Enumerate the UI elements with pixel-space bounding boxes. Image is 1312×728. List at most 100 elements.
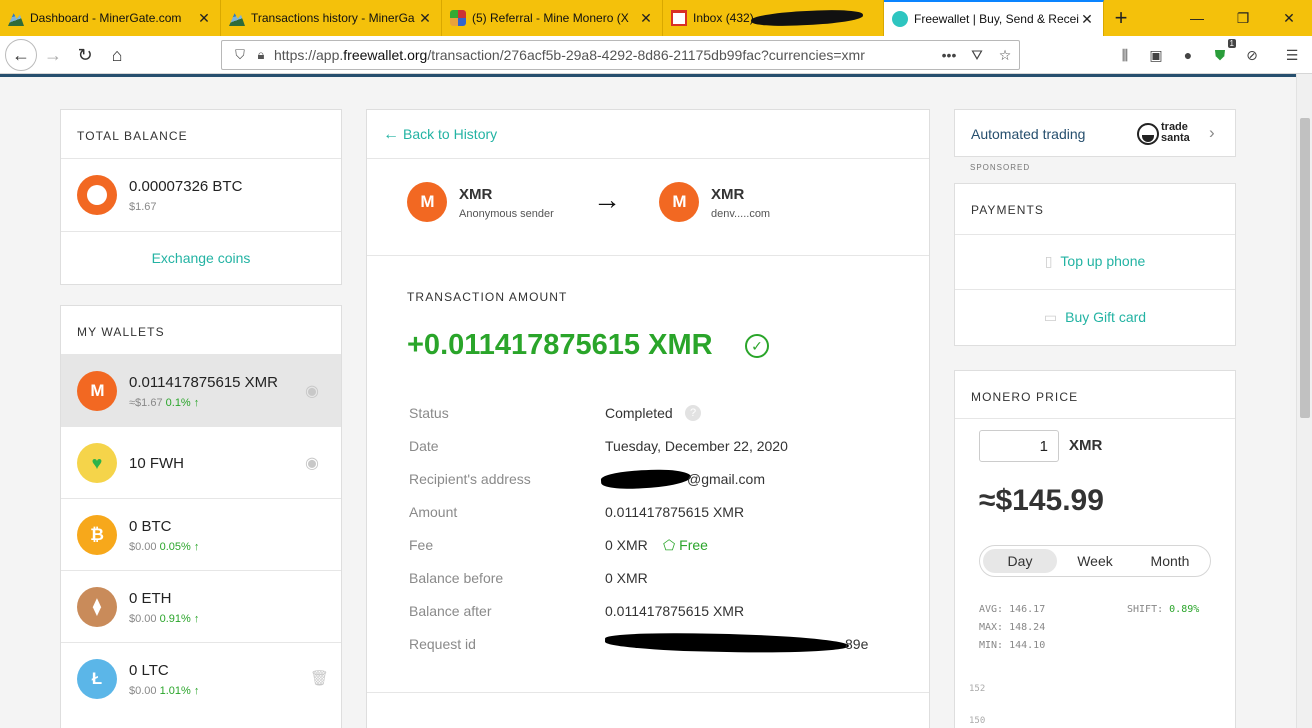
ethereum-icon: ⧫: [77, 587, 117, 627]
wallet-change: 0.91% ↑: [159, 613, 200, 625]
wallet-row-fwh[interactable]: ♥ 10 FWH ◉: [61, 426, 341, 498]
quantity-unit: XMR: [1069, 437, 1103, 454]
free-badge: ⬠ Free: [663, 537, 708, 554]
redaction-scribble: [600, 466, 692, 492]
close-window-button[interactable]: ✕: [1266, 0, 1312, 36]
date-label: Date: [409, 438, 439, 454]
tradesanta-logo-icon: [1137, 123, 1159, 145]
url-host: freewallet.org: [343, 47, 428, 63]
wallet-usd: $0.00: [129, 541, 157, 553]
fee-value: 0 XMR: [605, 537, 648, 553]
forward-button[interactable]: →: [37, 39, 69, 71]
total-balance-card: TOTAL BALANCE 0.00007326 BTC $1.67 Excha…: [60, 109, 342, 285]
buy-gift-card-link[interactable]: ▭ Buy Gift card: [955, 309, 1235, 326]
tab-title: (5) Referral - Mine Monero (X: [472, 11, 629, 25]
tab-freewallet[interactable]: Freewallet | Buy, Send & Recei ✕: [884, 0, 1104, 36]
exchange-coins-link[interactable]: Exchange coins: [61, 250, 341, 266]
freewallet-heart-icon: ♥: [77, 443, 117, 483]
sender-name: Anonymous sender: [459, 208, 554, 220]
price-avg: AVG: 146.17: [979, 604, 1046, 615]
sidebar-icon[interactable]: ▣: [1146, 45, 1166, 65]
divider: [955, 234, 1235, 235]
tab-minergate-dashboard[interactable]: Dashboard - MinerGate.com ✕: [0, 0, 221, 36]
chevron-right-icon: ›: [1209, 123, 1215, 142]
lock-icon[interactable]: 🔒︎: [254, 47, 268, 63]
page-scrollbar[interactable]: [1296, 74, 1312, 728]
tab-title: Dashboard - MinerGate.com: [30, 11, 182, 25]
account-icon[interactable]: ●: [1178, 45, 1198, 65]
eye-icon[interactable]: ◉: [305, 381, 319, 401]
blocker-icon[interactable]: ⊘: [1242, 45, 1262, 65]
wallet-usd-line: $0.00 0.91% ↑: [129, 613, 199, 625]
close-icon[interactable]: ✕: [638, 10, 654, 27]
menu-icon[interactable]: ☰: [1282, 45, 1302, 65]
wallet-usd: ≈$1.67: [129, 397, 163, 409]
eye-icon[interactable]: ◉: [305, 453, 319, 473]
back-to-history-label: Back to History: [403, 126, 498, 142]
tab-transactions-history[interactable]: Transactions history - MinerGa ✕: [221, 0, 442, 36]
request-id-value: 89e: [845, 636, 869, 652]
wallet-row-eth[interactable]: ⧫ 0 ETH $0.00 0.91% ↑: [61, 570, 341, 642]
buy-gift-card-label: Buy Gift card: [1065, 309, 1147, 325]
period-month-button[interactable]: Month: [1133, 549, 1207, 573]
help-icon[interactable]: ?: [685, 405, 701, 421]
home-button[interactable]: ⌂: [101, 39, 133, 71]
url-text[interactable]: https://app.freewallet.org/transaction/2…: [274, 47, 935, 63]
divider: [61, 158, 341, 159]
reload-button[interactable]: ↻: [69, 39, 101, 71]
check-circle-icon: ✓: [745, 334, 769, 358]
trash-icon[interactable]: 🗑︎: [310, 669, 329, 687]
minimize-button[interactable]: —: [1174, 0, 1220, 36]
recipient-address-value: @gmail.com: [687, 471, 766, 487]
total-balance-usd: $1.67: [129, 201, 157, 213]
close-icon[interactable]: ✕: [417, 10, 433, 27]
top-up-phone-label: Top up phone: [1060, 253, 1146, 269]
pocket-icon[interactable]: ⛛: [963, 47, 991, 64]
shield-icon[interactable]: ⛉: [230, 47, 250, 63]
shift-label: SHIFT:: [1127, 604, 1164, 615]
scrollbar-thumb[interactable]: [1300, 118, 1310, 418]
price-value: ≈$145.99: [979, 484, 1104, 517]
period-day-button[interactable]: Day: [983, 549, 1057, 573]
wallet-amount: 0 LTC: [129, 662, 169, 679]
period-selector: Day Week Month: [979, 545, 1211, 577]
price-shift: SHIFT: 0.89%: [1127, 604, 1199, 615]
tab-inbox[interactable]: Inbox (432) —: [663, 0, 884, 36]
address-bar[interactable]: ⛉ 🔒︎ https://app.freewallet.org/transact…: [221, 40, 1020, 70]
close-icon[interactable]: ✕: [196, 10, 212, 27]
price-min: MIN: 144.10: [979, 640, 1046, 651]
monero-icon: M: [77, 371, 117, 411]
transaction-amount: +0.011417875615 XMR: [407, 329, 713, 361]
arrow-left-icon: ←: [383, 126, 399, 143]
wallet-row-btc[interactable]: ₿ 0 BTC $0.00 0.05% ↑: [61, 498, 341, 570]
top-up-phone-link[interactable]: ▯ Top up phone: [955, 253, 1235, 270]
date-value: Tuesday, December 22, 2020: [605, 438, 788, 454]
divider: [61, 231, 341, 232]
quantity-input[interactable]: [979, 430, 1059, 462]
back-to-history-link[interactable]: ← Back to History: [383, 126, 497, 144]
automated-trading-card[interactable]: Automated trading trade santa ›: [954, 109, 1236, 157]
wallet-row-xmr[interactable]: M 0.011417875615 XMR ≈$1.67 0.1% ↑ ◉: [61, 354, 341, 426]
minergate-icon: [229, 13, 245, 26]
extension-shield-icon[interactable]: ⛊ 1: [1210, 39, 1236, 65]
library-icon[interactable]: ⫼: [1115, 45, 1135, 65]
wallet-usd-line: $0.00 1.01% ↑: [129, 685, 199, 697]
payments-card: PAYMENTS ▯ Top up phone ▭ Buy Gift card: [954, 183, 1236, 346]
new-tab-button[interactable]: +: [1104, 0, 1138, 36]
balance-before-value: 0 XMR: [605, 570, 648, 586]
transaction-amount-caption: TRANSACTION AMOUNT: [407, 290, 568, 304]
free-badge-label: Free: [679, 537, 708, 553]
balance-before-label: Balance before: [409, 570, 504, 586]
page-actions-icon[interactable]: •••: [935, 47, 963, 63]
recipient-address-label: Recipient's address: [409, 471, 531, 487]
back-button[interactable]: ←: [5, 39, 37, 71]
restore-button[interactable]: ❐: [1220, 0, 1266, 36]
gift-card-icon: ▭: [1043, 309, 1058, 325]
wallet-row-ltc[interactable]: Ł 0 LTC $0.00 1.01% ↑ 🗑︎: [61, 642, 341, 714]
period-week-button[interactable]: Week: [1058, 549, 1132, 573]
extension-badge: 1: [1227, 39, 1236, 48]
bookmark-star-icon[interactable]: ☆: [991, 47, 1019, 64]
tab-referral[interactable]: (5) Referral - Mine Monero (X ✕: [442, 0, 663, 36]
tab-bar: Dashboard - MinerGate.com ✕ Transactions…: [0, 0, 1312, 36]
close-icon[interactable]: ✕: [1079, 11, 1095, 28]
